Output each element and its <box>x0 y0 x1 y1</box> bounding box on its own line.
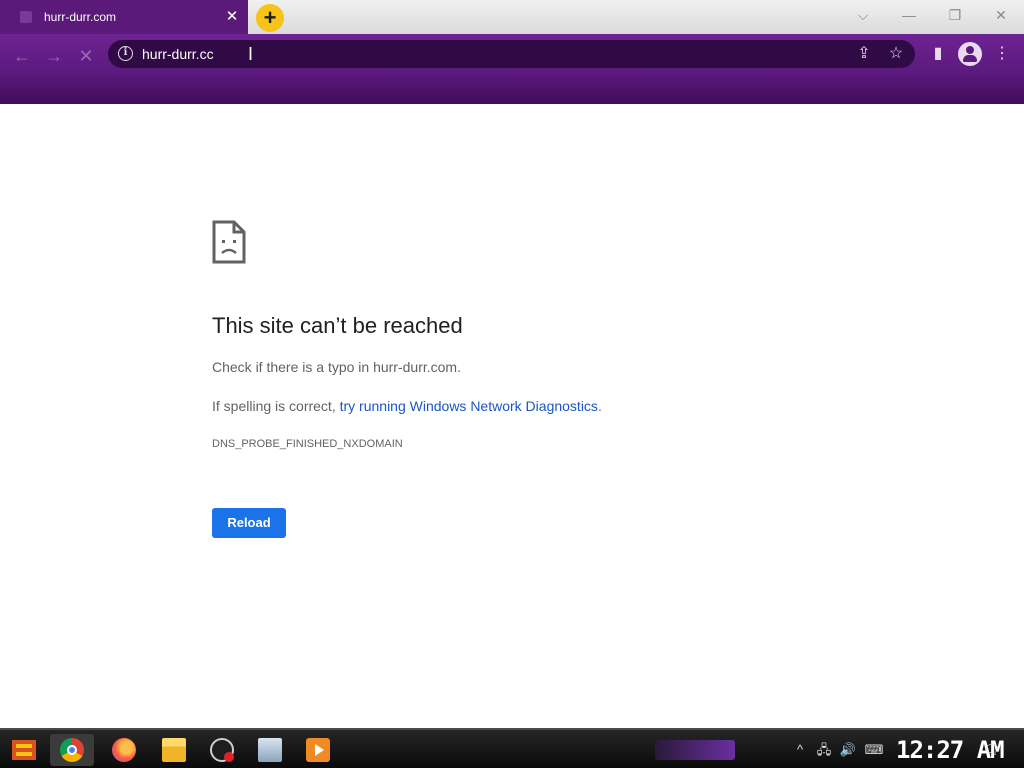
close-window-button[interactable]: ✕ <box>986 4 1016 26</box>
reload-button[interactable]: Reload <box>212 508 286 538</box>
tab-title: hurr-durr.com <box>44 10 117 24</box>
restore-button[interactable]: ❐ <box>940 4 970 26</box>
network-icon[interactable]: 🖧 <box>814 740 834 760</box>
text-cursor-icon: I <box>248 44 254 64</box>
bookmark-star-icon[interactable]: ☆ <box>886 44 906 64</box>
profile-avatar[interactable] <box>958 42 982 66</box>
back-button[interactable]: ← <box>8 42 36 70</box>
kebab-menu-icon[interactable]: ⋮ <box>990 42 1014 66</box>
taskbar-decoration <box>655 740 735 760</box>
volume-icon[interactable]: 🔊 <box>838 740 858 760</box>
taskbar-media-player[interactable] <box>296 734 340 766</box>
notifications-icon[interactable]: 🗨 <box>982 740 1002 760</box>
forward-button[interactable]: → <box>40 42 68 70</box>
error-page: This site can’t be reached Check if ther… <box>0 104 1024 728</box>
close-tab-icon[interactable]: ✕ <box>222 7 242 27</box>
chevron-down-icon[interactable]: ⌵ <box>848 4 878 26</box>
minimize-button[interactable]: — <box>894 4 924 26</box>
taskbar-chrome[interactable] <box>50 734 94 766</box>
sad-page-icon <box>212 220 246 264</box>
title-bar: hurr-durr.com ✕ + ⌵ — ❐ ✕ <box>0 0 1024 34</box>
folder-icon <box>162 738 186 762</box>
share-icon[interactable]: ⇪ <box>854 44 874 64</box>
image-viewer-icon <box>258 738 282 762</box>
url-text[interactable]: hurr-durr.cc <box>142 46 214 62</box>
start-menu-icon[interactable] <box>8 734 40 766</box>
error-code: DNS_PROBE_FINISHED_NXDOMAIN <box>212 438 403 450</box>
tab-hurr-durr[interactable]: hurr-durr.com ✕ <box>0 0 248 34</box>
error-title: This site can’t be reached <box>212 313 463 338</box>
taskbar-obs[interactable] <box>200 734 244 766</box>
address-bar[interactable]: i hurr-durr.cc I ⇪ ☆ <box>108 40 915 68</box>
error-hint-diagnostics: If spelling is correct, try running Wind… <box>212 398 602 414</box>
browser-toolbar: ← → ✕ i hurr-durr.cc I ⇪ ☆ ▮ ⋮ <box>0 34 1024 104</box>
error-hint-typo: Check if there is a typo in hurr-durr.co… <box>212 359 461 375</box>
stop-loading-button[interactable]: ✕ <box>72 42 100 70</box>
side-panel-icon[interactable]: ▮ <box>926 42 950 66</box>
taskbar-file-explorer[interactable] <box>152 734 196 766</box>
taskbar-image-viewer[interactable] <box>248 734 292 766</box>
firefox-icon <box>112 738 136 762</box>
taskbar: ^ 🖧 🔊 ⌨ 12:27 AM 🗨 <box>0 728 1024 768</box>
media-player-icon <box>306 738 330 762</box>
globe-icon <box>20 11 32 23</box>
info-icon[interactable]: i <box>118 46 133 61</box>
obs-icon <box>210 738 234 762</box>
network-diagnostics-link[interactable]: try running Windows Network Diagnostics <box>340 398 598 414</box>
tray-overflow-icon[interactable]: ^ <box>790 740 810 760</box>
new-tab-button[interactable]: + <box>256 4 284 32</box>
keyboard-icon[interactable]: ⌨ <box>864 740 884 760</box>
taskbar-firefox[interactable] <box>102 734 146 766</box>
chrome-icon <box>60 738 84 762</box>
